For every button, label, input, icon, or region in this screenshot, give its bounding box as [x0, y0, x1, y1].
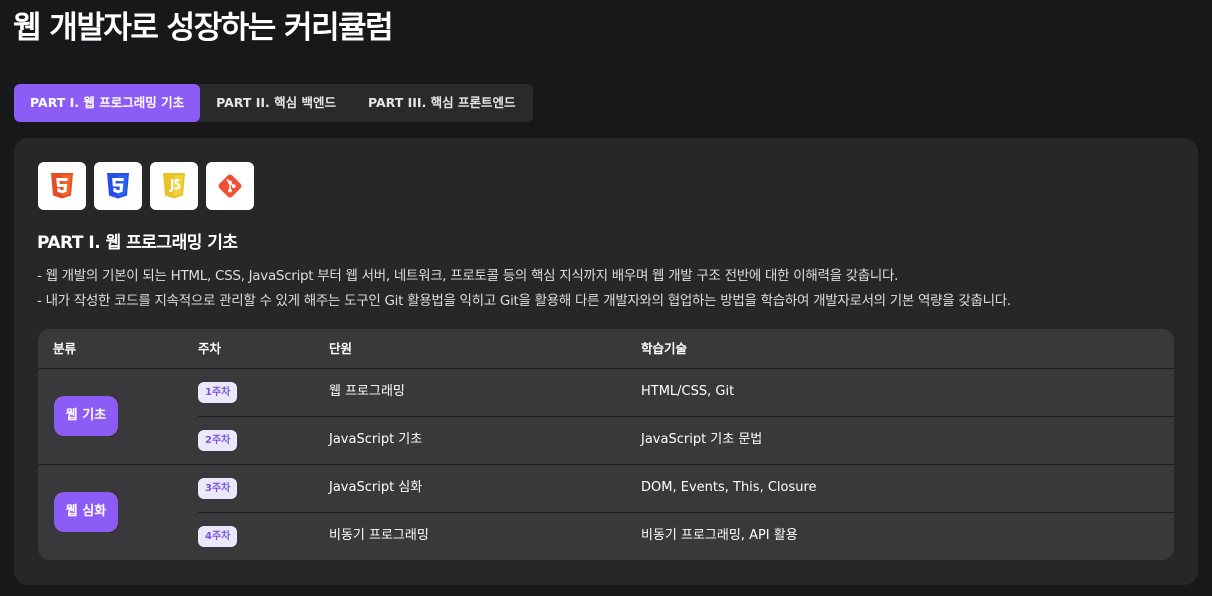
- git-icon: [206, 162, 254, 210]
- tab-part-2[interactable]: PART II. 핵심 백엔드: [200, 84, 352, 122]
- category-badge: 웹 심화: [54, 492, 118, 532]
- css3-icon: [94, 162, 142, 210]
- unit-cell: 비동기 프로그래밍: [329, 528, 429, 543]
- group-divider: [38, 464, 1174, 465]
- page-title: 웹 개발자로 성장하는 커리큘럼: [13, 10, 394, 46]
- curriculum-panel: PART I. 웹 프로그래밍 기초 - 웹 개발의 기본이 되는 HTML, …: [14, 138, 1198, 585]
- header-divider: [38, 368, 1174, 369]
- unit-cell: JavaScript 기초: [329, 432, 423, 447]
- tab-part-1[interactable]: PART I. 웹 프로그래밍 기초: [14, 84, 201, 122]
- description-line: - 내가 작성한 코드를 지속적으로 관리할 수 있게 해주는 도구인 Git …: [37, 293, 1011, 309]
- week-badge: 3주차: [198, 478, 238, 499]
- header-skills: 학습기술: [641, 341, 688, 356]
- week-badge: 1주차: [198, 382, 238, 403]
- header-week: 주차: [198, 341, 222, 356]
- html5-icon: [38, 162, 86, 210]
- skills-cell: JavaScript 기초 문법: [641, 432, 763, 447]
- part-description: - 웹 개발의 기본이 되는 HTML, CSS, JavaScript 부터 …: [37, 264, 1011, 314]
- skills-cell: DOM, Events, This, Closure: [641, 480, 817, 495]
- unit-cell: 웹 프로그래밍: [329, 384, 405, 399]
- tab-part-3[interactable]: PART III. 핵심 프론트엔드: [352, 84, 532, 122]
- skills-cell: 비동기 프로그래밍, API 활용: [641, 528, 798, 543]
- row-divider: [198, 416, 1174, 417]
- tech-icons: [38, 162, 254, 210]
- header-unit: 단원: [329, 341, 353, 356]
- curriculum-table: 분류 주차 단원 학습기술 웹 기초 1주차 웹 프로그래밍 HTML/CSS,…: [38, 329, 1174, 560]
- description-line: - 웹 개발의 기본이 되는 HTML, CSS, JavaScript 부터 …: [37, 268, 899, 284]
- skills-cell: HTML/CSS, Git: [641, 384, 735, 399]
- week-badge: 4주차: [198, 526, 238, 547]
- unit-cell: JavaScript 심화: [329, 480, 423, 495]
- week-badge: 2주차: [198, 430, 238, 451]
- row-divider: [198, 512, 1174, 513]
- table-header: 분류 주차 단원 학습기술: [38, 329, 1174, 368]
- part-tabs: PART I. 웹 프로그래밍 기초 PART II. 핵심 백엔드 PART …: [14, 84, 533, 122]
- header-category: 분류: [53, 341, 77, 356]
- part-title: PART I. 웹 프로그래밍 기초: [37, 233, 238, 253]
- category-badge: 웹 기초: [54, 396, 118, 436]
- javascript-icon: [150, 162, 198, 210]
